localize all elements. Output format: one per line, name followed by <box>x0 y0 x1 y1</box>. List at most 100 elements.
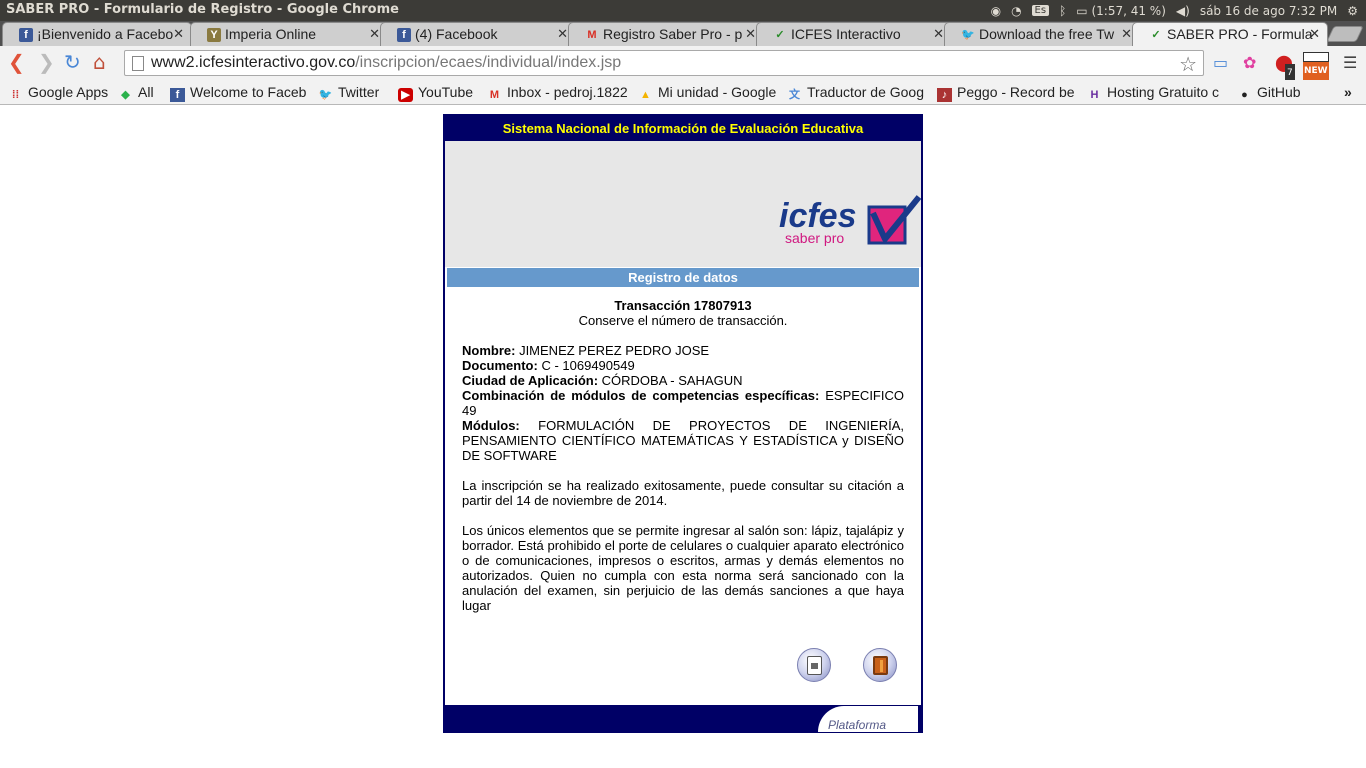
bookmark-traductor[interactable]: 文 Traductor de Goog <box>787 84 927 102</box>
clock[interactable]: sáb 16 de ago 7:32 PM <box>1200 4 1337 18</box>
field-ciudad: Ciudad de Aplicación: CÓRDOBA - SAHAGUN <box>462 373 904 388</box>
bookmark-github[interactable]: ● GitHub <box>1237 84 1301 102</box>
tab-imperia-online[interactable]: Y Imperia Online ✕ <box>190 22 388 46</box>
close-tab-icon[interactable]: ✕ <box>1309 26 1320 42</box>
bookmark-welcome-facebook[interactable]: f Welcome to Faceb <box>170 84 308 102</box>
address-bar[interactable]: www2.icfesinteractivo.gov.co/inscripcion… <box>124 50 1204 76</box>
section-title: Registro de datos <box>447 268 919 287</box>
close-tab-icon[interactable]: ✕ <box>745 26 756 42</box>
close-tab-icon[interactable]: ✕ <box>369 26 380 42</box>
bookmark-inbox[interactable]: M Inbox - pedroj.1822 <box>487 84 627 102</box>
tab-facebook[interactable]: f (4) Facebook ✕ <box>380 22 576 46</box>
color-wheel-extension-icon[interactable]: ✿ <box>1243 54 1256 72</box>
exit-button[interactable] <box>863 648 897 682</box>
tab-download-twitter[interactable]: 🐦 Download the free Tw ✕ <box>944 22 1140 46</box>
facebook-icon: f <box>19 28 33 42</box>
keyboard-layout[interactable]: Es <box>1031 5 1050 16</box>
exit-door-icon <box>873 656 888 675</box>
page-body: icfes saber pro Registro de datos Transa… <box>445 141 921 705</box>
wifi-icon[interactable]: ◔ <box>1011 4 1021 18</box>
bluetooth-icon[interactable]: ᛒ <box>1059 4 1066 18</box>
cast-extension-icon[interactable]: ▭ <box>1213 54 1228 72</box>
tab-label: Imperia Online <box>225 26 317 42</box>
field-value: JIMENEZ PEREZ PEDRO JOSE <box>515 343 710 358</box>
volume-icon[interactable]: ◀) <box>1176 4 1190 18</box>
field-label: Ciudad de Aplicación: <box>462 373 599 388</box>
field-value: FORMULACIÓN DE PROYECTOS DE INGENIERÍA, … <box>462 418 904 463</box>
tab-registro-saber-pro[interactable]: M Registro Saber Pro - p ✕ <box>568 22 764 46</box>
tab-facebook-welcome[interactable]: f ¡Bienvenido a Facebo ✕ <box>2 22 192 46</box>
gmail-icon: M <box>489 89 500 101</box>
twitter-icon: 🐦 <box>961 29 975 41</box>
battery-indicator[interactable]: ▭ (1:57, 41 %) <box>1076 4 1166 18</box>
bookmark-label: GitHub <box>1257 84 1301 100</box>
tab-label: ICFES Interactivo <box>791 26 901 42</box>
tab-saber-pro-formulario[interactable]: ✓ SABER PRO - Formula ✕ <box>1132 22 1328 47</box>
field-combinacion: Combinación de módulos de competencias e… <box>462 388 904 418</box>
tab-icfes-interactivo[interactable]: ✓ ICFES Interactivo ✕ <box>756 22 952 46</box>
bookmark-twitter[interactable]: 🐦 Twitter <box>318 84 380 102</box>
bookmark-label: YouTube <box>418 84 474 100</box>
close-tab-icon[interactable]: ✕ <box>557 26 568 42</box>
bookmark-all[interactable]: ◆ All <box>118 84 154 102</box>
registration-page: Sistema Nacional de Información de Evalu… <box>443 114 923 733</box>
bookmark-label: Hosting Gratuito c <box>1107 84 1220 100</box>
forward-arrow-icon[interactable]: ❯ <box>38 52 55 72</box>
print-button[interactable] <box>797 648 831 682</box>
system-tray: ◉ ◔ Es ᛒ ▭ (1:57, 41 %) ◀) sáb 16 de ago… <box>991 0 1366 21</box>
bookmark-label: Google Apps <box>28 84 109 100</box>
bookmark-youtube[interactable]: ▶ YouTube <box>398 84 473 102</box>
new-tab-button[interactable] <box>1326 26 1364 42</box>
bookmark-label: Mi unidad - Google <box>658 84 777 100</box>
field-value: C - 1069490549 <box>537 358 635 373</box>
bookmarks-bar: ⁞⁞ Google Apps ◆ All f Welcome to Faceb 🐦 Tw… <box>0 80 1366 105</box>
bookmark-label: All <box>138 84 154 100</box>
imperia-icon: Y <box>207 28 221 42</box>
window-title: SABER PRO - Formulario de Registro - Goo… <box>6 2 399 17</box>
bookmark-label: Traductor de Goog <box>807 84 924 100</box>
new-extension-icon[interactable]: NEW <box>1303 52 1329 80</box>
bookmarks-overflow-chevron-icon[interactable]: » <box>1344 84 1352 100</box>
bookmark-google-apps[interactable]: ⁞⁞ Google Apps <box>8 84 108 102</box>
reload-icon[interactable]: ↻ <box>64 52 81 72</box>
field-label: Combinación de módulos de competencias e… <box>462 388 820 403</box>
gmail-icon: M <box>587 29 597 41</box>
bookmark-peggo[interactable]: ♪ Peggo - Record be <box>937 84 1077 102</box>
bookmark-label: Peggo - Record be <box>957 84 1075 100</box>
banner: icfes saber pro <box>445 141 921 267</box>
tab-strip: f ¡Bienvenido a Facebo ✕ Y Imperia Onlin… <box>0 21 1366 47</box>
menu-icon[interactable]: ☰ <box>1343 54 1357 72</box>
success-message: La inscripción se ha realizado exitosame… <box>462 478 904 508</box>
settings-gear-icon[interactable]: ⚙ <box>1347 4 1358 18</box>
bookmark-label: Twitter <box>338 84 380 100</box>
bookmark-hosting[interactable]: H Hosting Gratuito c <box>1087 84 1225 102</box>
chrome-indicator-icon[interactable]: ◉ <box>991 4 1001 18</box>
adblock-extension-icon[interactable]: ⬤ 7 <box>1275 54 1295 82</box>
page-icon <box>132 56 144 71</box>
field-label: Módulos: <box>462 418 520 433</box>
home-icon[interactable]: ⌂ <box>93 52 106 72</box>
field-modulos: Módulos: FORMULACIÓN DE PROYECTOS DE ING… <box>462 418 904 463</box>
field-label: Nombre: <box>462 343 516 358</box>
print-icon <box>807 656 822 675</box>
github-icon: ● <box>1241 89 1248 101</box>
facebook-icon: f <box>397 28 411 42</box>
close-tab-icon[interactable]: ✕ <box>933 26 944 42</box>
tab-label: Download the free Tw <box>979 26 1115 42</box>
facebook-icon: f <box>170 88 185 102</box>
back-arrow-icon[interactable]: ❮ <box>8 52 25 72</box>
close-tab-icon[interactable]: ✕ <box>173 26 184 42</box>
close-tab-icon[interactable]: ✕ <box>1121 26 1132 42</box>
url-path: /inscripcion/ecaes/individual/index.jsp <box>355 54 622 71</box>
icfes-icon: ✓ <box>775 29 785 41</box>
tab-label: SABER PRO - Formula <box>1167 26 1313 42</box>
feedly-icon: ◆ <box>121 89 130 101</box>
battery-icon: ▭ <box>1076 3 1088 18</box>
tab-label: (4) Facebook <box>415 26 498 42</box>
bookmark-star-icon[interactable]: ☆ <box>1179 52 1197 77</box>
twitter-icon: 🐦 <box>318 89 333 101</box>
icfes-saber-pro-logo: icfes saber pro <box>779 195 921 246</box>
field-documento: Documento: C - 1069490549 <box>462 358 904 373</box>
tab-label: Registro Saber Pro - p <box>603 26 743 42</box>
bookmark-mi-unidad[interactable]: ▲ Mi unidad - Google <box>638 84 778 102</box>
